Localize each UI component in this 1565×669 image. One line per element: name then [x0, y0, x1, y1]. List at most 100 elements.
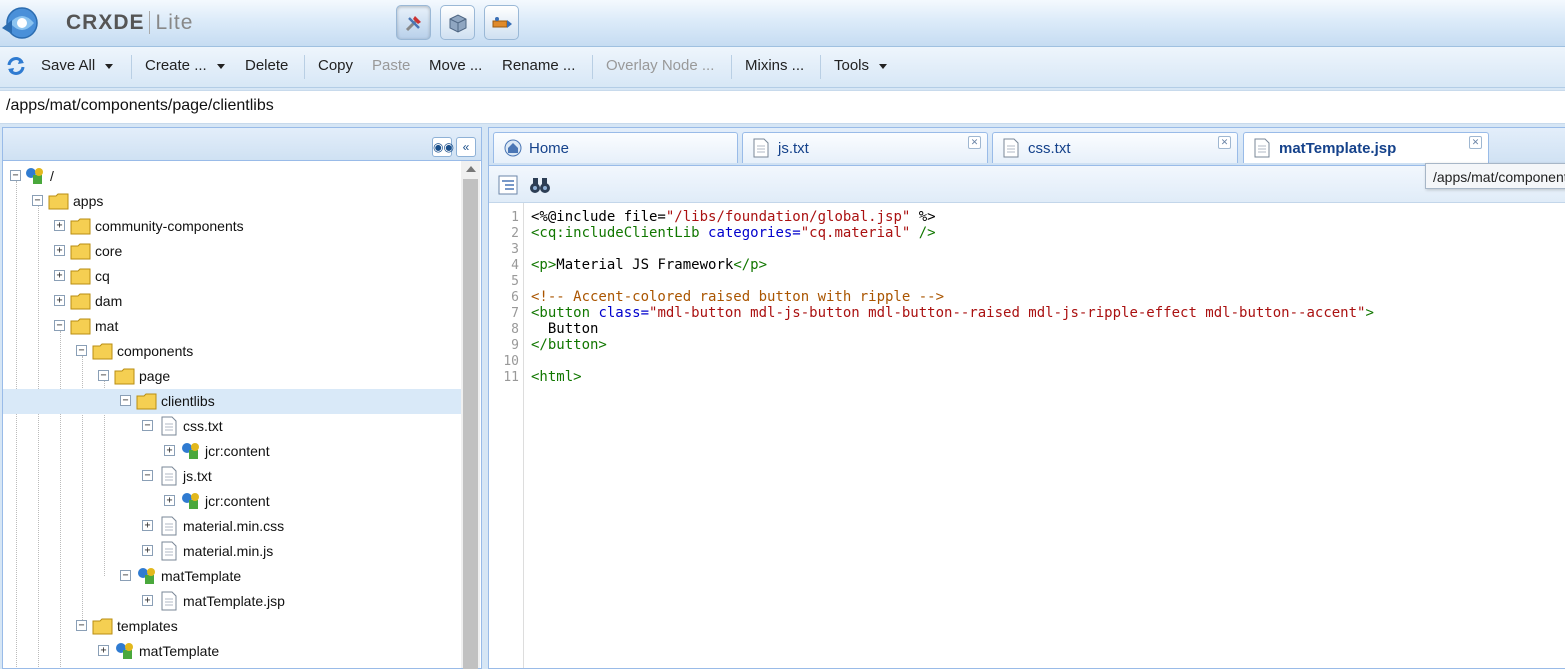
tree-label: cq: [95, 268, 110, 284]
line-number: 7: [511, 306, 519, 321]
paste-button[interactable]: Paste: [372, 57, 410, 74]
scrollbar-thumb[interactable]: [463, 179, 478, 669]
expand-icon[interactable]: +: [142, 595, 153, 606]
folder-icon: [48, 193, 69, 210]
binoculars-icon[interactable]: [529, 175, 551, 195]
tree-node-core[interactable]: + core: [3, 239, 461, 264]
tree-label: jcr:content: [205, 443, 270, 459]
collapse-icon[interactable]: −: [120, 395, 131, 406]
tab-label: css.txt: [1028, 140, 1071, 157]
file-icon: [161, 591, 177, 611]
line-number: 1: [511, 210, 519, 225]
tree-node-apps[interactable]: − apps: [3, 189, 461, 214]
binoculars-icon[interactable]: ◉◉: [432, 137, 454, 157]
replication-button[interactable]: [484, 5, 519, 40]
tree-label: core: [95, 243, 123, 259]
tree-label: js.txt: [183, 468, 212, 484]
expand-icon[interactable]: +: [54, 245, 65, 256]
expand-icon[interactable]: +: [54, 295, 65, 306]
close-icon[interactable]: ✕: [968, 136, 981, 149]
code-line: <!-- Accent-colored raised button with r…: [531, 289, 944, 305]
collapse-icon[interactable]: −: [142, 470, 153, 481]
refresh-icon[interactable]: [5, 55, 27, 77]
create-button[interactable]: Create ...: [145, 57, 225, 74]
tree-label: mat: [95, 318, 119, 334]
develop-mode-button[interactable]: [396, 5, 431, 40]
tree-node-mattemplate[interactable]: − matTemplate: [3, 564, 461, 589]
code-token: </p>: [733, 257, 768, 273]
collapse-icon[interactable]: −: [76, 620, 87, 631]
tools-label: Tools: [834, 57, 870, 74]
path-input[interactable]: [6, 97, 1546, 115]
copy-button[interactable]: Copy: [318, 57, 353, 74]
collapse-icon[interactable]: −: [76, 345, 87, 356]
tree-node-mat[interactable]: − mat: [3, 314, 461, 339]
code-token: <html>: [531, 369, 582, 385]
chevron-down-icon[interactable]: [216, 63, 225, 69]
rename-button[interactable]: Rename ...: [502, 57, 575, 74]
collapse-icon[interactable]: −: [98, 370, 109, 381]
mixins-button[interactable]: Mixins ...: [745, 57, 804, 74]
tree-node-jcr-content[interactable]: + jcr:content: [3, 489, 461, 514]
code-token: <%@include: [531, 209, 624, 225]
collapse-icon[interactable]: −: [120, 570, 131, 581]
tree-label: matTemplate: [161, 568, 242, 584]
collapse-icon[interactable]: −: [10, 170, 21, 181]
line-number: 2: [511, 226, 519, 241]
app-header: CRXDE Lite: [0, 0, 1565, 47]
tab-home[interactable]: Home: [493, 132, 738, 163]
tree-node-material-min-css[interactable]: + material.min.css: [3, 514, 461, 539]
tab-mattemplate-jsp[interactable]: matTemplate.jsp ✕: [1243, 132, 1489, 163]
collapse-icon[interactable]: −: [54, 320, 65, 331]
tree-node-community-components[interactable]: + community-components: [3, 214, 461, 239]
chevron-down-icon[interactable]: [105, 63, 114, 69]
package-manager-button[interactable]: [440, 5, 475, 40]
tree-node-js-txt[interactable]: − js.txt: [3, 464, 461, 489]
tree-node-templates-mattemplate[interactable]: + matTemplate: [3, 639, 461, 664]
tab-css-txt[interactable]: css.txt ✕: [992, 132, 1238, 163]
editor-tabs: Home js.txt ✕ css.txt ✕ matTemplate.jsp …: [489, 128, 1565, 166]
scroll-up-icon[interactable]: [466, 166, 476, 172]
expand-icon[interactable]: +: [54, 270, 65, 281]
collapse-icon[interactable]: −: [32, 195, 43, 206]
tree-node-material-min-js[interactable]: + material.min.js: [3, 539, 461, 564]
expand-icon[interactable]: +: [164, 495, 175, 506]
tree-node-root[interactable]: − /: [3, 164, 461, 189]
outline-icon[interactable]: [498, 175, 518, 195]
close-icon[interactable]: ✕: [1218, 136, 1231, 149]
expand-icon[interactable]: +: [54, 220, 65, 231]
tree-node-dam[interactable]: + dam: [3, 289, 461, 314]
save-all-button[interactable]: Save All: [41, 57, 114, 74]
tree-node-clientlibs[interactable]: − clientlibs: [3, 389, 461, 414]
collapse-panel-icon[interactable]: «: [456, 137, 476, 157]
tree-node-css-txt[interactable]: − css.txt: [3, 414, 461, 439]
chevron-down-icon[interactable]: [879, 63, 888, 69]
tab-js-txt[interactable]: js.txt ✕: [742, 132, 988, 163]
tools-menu-button[interactable]: Tools: [834, 57, 888, 74]
tree-node-jcr-content[interactable]: + jcr:content: [3, 439, 461, 464]
crxde-logo-icon: [0, 4, 40, 42]
code-line: <%@include file="/libs/foundation/global…: [531, 209, 936, 225]
tree-node-cq[interactable]: + cq: [3, 264, 461, 289]
code-token: class=: [598, 305, 650, 321]
expand-icon[interactable]: +: [142, 520, 153, 531]
collapse-icon[interactable]: −: [142, 420, 153, 431]
expand-icon[interactable]: +: [164, 445, 175, 456]
tree-node-components[interactable]: − components: [3, 339, 461, 364]
expand-icon[interactable]: +: [142, 545, 153, 556]
close-icon[interactable]: ✕: [1469, 136, 1482, 149]
overlay-node-button[interactable]: Overlay Node ...: [606, 57, 714, 74]
tree-label: /: [50, 168, 54, 184]
move-button[interactable]: Move ...: [429, 57, 482, 74]
app-name: CRXDE: [66, 11, 145, 34]
tree-node-page[interactable]: − page: [3, 364, 461, 389]
line-number: 10: [503, 354, 519, 369]
tree-node-mattemplate-jsp[interactable]: + matTemplate.jsp: [3, 589, 461, 614]
tree-node-templates[interactable]: − templates: [3, 614, 461, 639]
delete-button[interactable]: Delete: [245, 57, 288, 74]
expand-icon[interactable]: +: [98, 645, 109, 656]
code-editor[interactable]: <%@include file="/libs/foundation/global…: [531, 203, 1561, 668]
create-label: Create ...: [145, 57, 207, 74]
tree-scrollbar[interactable]: [461, 161, 480, 669]
node-icon: [116, 643, 133, 659]
